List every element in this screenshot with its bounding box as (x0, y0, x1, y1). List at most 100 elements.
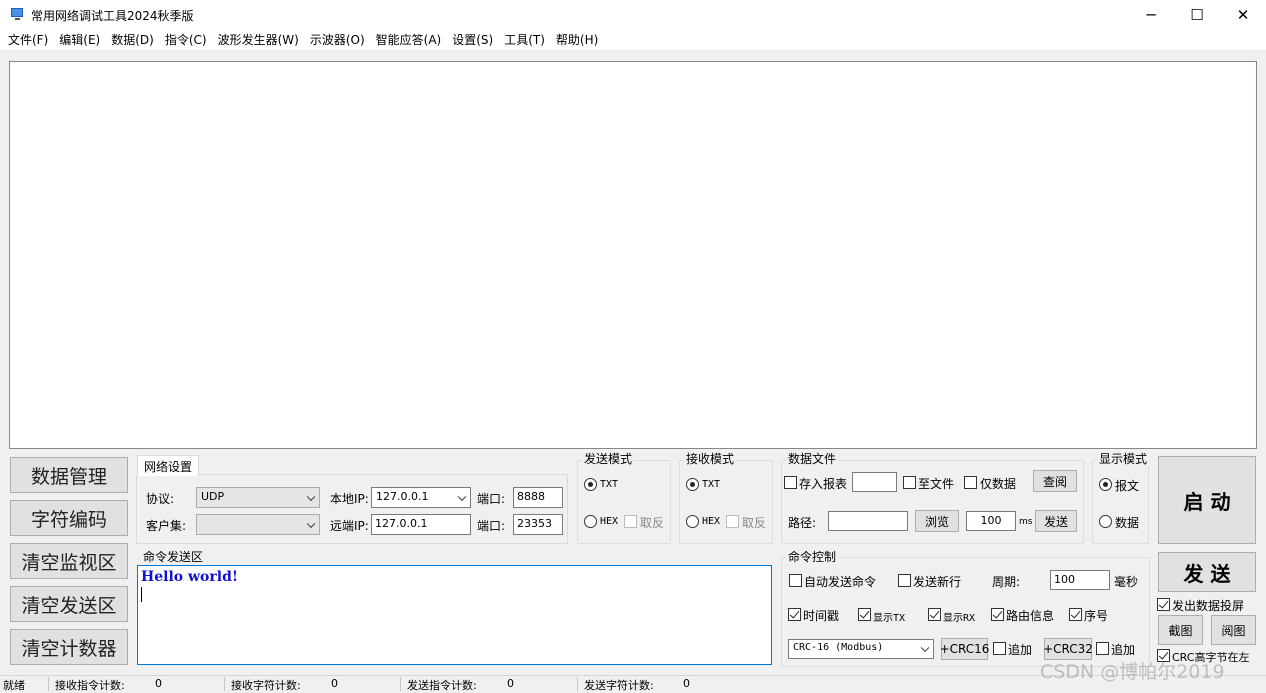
protocol-value: UDP (201, 490, 225, 503)
display-message-radio[interactable] (1099, 478, 1112, 491)
send-mode-group (577, 460, 671, 544)
path-input[interactable] (828, 511, 908, 531)
menu-help[interactable]: 帮助(H) (551, 30, 604, 50)
client-select[interactable] (196, 514, 320, 535)
send-newline-label: 发送新行 (913, 575, 962, 589)
recv-txt-radio[interactable] (686, 478, 699, 491)
recv-hex-label: HEX (702, 516, 721, 527)
recv-hex-radio[interactable] (686, 515, 699, 528)
crc16-button[interactable]: +CRC16 (940, 638, 989, 660)
clear-send-button[interactable]: 清空发送区 (10, 586, 128, 622)
title-bar: 常用网络调试工具2024秋季版 ─ ☐ ✕ (0, 0, 1266, 30)
show-rx-checkbox[interactable] (928, 608, 941, 621)
display-mode-group (1092, 460, 1149, 544)
text-caret (141, 587, 142, 602)
send-hex-radio[interactable] (584, 515, 597, 528)
timestamp-checkbox[interactable] (788, 608, 801, 621)
menu-smart-reply[interactable]: 智能应答(A) (371, 30, 448, 50)
crc-type-value: CRC-16 (Modbus) (793, 642, 884, 653)
send-char-count-label: 发送字符计数: (584, 679, 654, 692)
local-ip-label: 本地IP: (330, 492, 369, 506)
maximize-button[interactable]: ☐ (1174, 0, 1220, 30)
local-port-input[interactable]: 8888 (513, 487, 563, 508)
display-data-label: 数据 (1115, 516, 1140, 530)
command-send-textarea[interactable]: Hello world! (137, 565, 772, 665)
project-checkbox[interactable] (1157, 598, 1170, 611)
period-input[interactable]: 100 (1050, 570, 1110, 590)
menu-bar: 文件(F) 编辑(E) 数据(D) 指令(C) 波形发生器(W) 示波器(O) … (0, 30, 1266, 50)
tab-network-settings[interactable]: 网络设置 (137, 455, 199, 476)
remote-ip-input[interactable]: 127.0.0.1 (371, 514, 471, 535)
data-only-label: 仅数据 (980, 477, 1017, 491)
recv-char-count: 0 (331, 677, 338, 690)
clear-counter-button[interactable]: 清空计数器 (10, 629, 128, 665)
menu-waveform[interactable]: 波形发生器(W) (213, 30, 305, 50)
minimize-button[interactable]: ─ (1128, 0, 1174, 30)
auto-send-checkbox[interactable] (789, 574, 802, 587)
menu-data[interactable]: 数据(D) (106, 30, 160, 50)
send-txt-radio[interactable] (584, 478, 597, 491)
menu-file[interactable]: 文件(F) (3, 30, 54, 50)
crc-type-select[interactable]: CRC-16 (Modbus) (788, 639, 934, 659)
send-newline-checkbox[interactable] (898, 574, 911, 587)
to-file-checkbox[interactable] (903, 476, 916, 489)
window-title: 常用网络调试工具2024秋季版 (31, 9, 194, 23)
display-message-label: 报文 (1115, 479, 1140, 493)
browse-button[interactable]: 浏览 (915, 510, 959, 532)
menu-oscilloscope[interactable]: 示波器(O) (305, 30, 371, 50)
char-encoding-button[interactable]: 字符编码 (10, 500, 128, 536)
close-button[interactable]: ✕ (1220, 0, 1266, 30)
data-manage-button[interactable]: 数据管理 (10, 457, 128, 493)
menu-edit[interactable]: 编辑(E) (54, 30, 106, 50)
status-separator (224, 677, 225, 691)
send-cmd-count: 0 (507, 677, 514, 690)
menu-command[interactable]: 指令(C) (160, 30, 213, 50)
show-tx-checkbox[interactable] (858, 608, 871, 621)
start-button[interactable]: 启 动 (1158, 456, 1256, 544)
menu-tools[interactable]: 工具(T) (499, 30, 551, 50)
chevron-down-icon (306, 492, 316, 501)
recv-invert-checkbox[interactable] (726, 515, 739, 528)
auto-send-label: 自动发送命令 (804, 575, 877, 589)
report-input[interactable] (852, 472, 897, 492)
status-separator (577, 677, 578, 691)
send-char-count: 0 (683, 677, 690, 690)
recv-mode-group (679, 460, 773, 544)
view-image-button[interactable]: 阅图 (1211, 615, 1256, 645)
file-send-button[interactable]: 发送 (1035, 510, 1077, 532)
remote-port-label: 端口: (477, 519, 506, 533)
display-data-radio[interactable] (1099, 515, 1112, 528)
protocol-select[interactable]: UDP (196, 487, 320, 508)
recv-txt-label: TXT (702, 479, 721, 490)
recv-char-count-label: 接收字符计数: (231, 679, 301, 692)
status-separator (48, 677, 49, 691)
chevron-down-icon (920, 643, 930, 653)
send-mode-title: 发送模式 (582, 452, 635, 466)
append-crc32-checkbox[interactable] (1096, 642, 1109, 655)
screenshot-button[interactable]: 截图 (1158, 615, 1203, 645)
interval-input[interactable]: 100 (966, 511, 1016, 531)
clear-monitor-button[interactable]: 清空监视区 (10, 543, 128, 579)
data-only-checkbox[interactable] (964, 476, 977, 489)
seq-checkbox[interactable] (1069, 608, 1082, 621)
query-button[interactable]: 查阅 (1033, 470, 1077, 492)
status-ready: 就绪 (3, 679, 25, 692)
send-button[interactable]: 发 送 (1158, 552, 1256, 592)
route-info-checkbox[interactable] (991, 608, 1004, 621)
to-file-label: 至文件 (918, 477, 955, 491)
save-report-checkbox[interactable] (784, 476, 797, 489)
monitor-area[interactable] (9, 61, 1257, 449)
local-ip-value: 127.0.0.1 (376, 490, 429, 503)
route-info-label: 路由信息 (1006, 609, 1055, 623)
send-invert-checkbox[interactable] (624, 515, 637, 528)
chevron-down-icon (306, 519, 316, 528)
append-crc16-checkbox[interactable] (993, 642, 1006, 655)
menu-settings[interactable]: 设置(S) (447, 30, 499, 50)
protocol-label: 协议: (146, 492, 175, 506)
seq-label: 序号 (1084, 609, 1109, 623)
app-icon (11, 8, 23, 20)
local-ip-select[interactable]: 127.0.0.1 (371, 487, 471, 508)
path-label: 路径: (788, 516, 817, 530)
remote-port-input[interactable]: 23353 (513, 514, 563, 535)
recv-invert-label: 取反 (742, 516, 767, 530)
